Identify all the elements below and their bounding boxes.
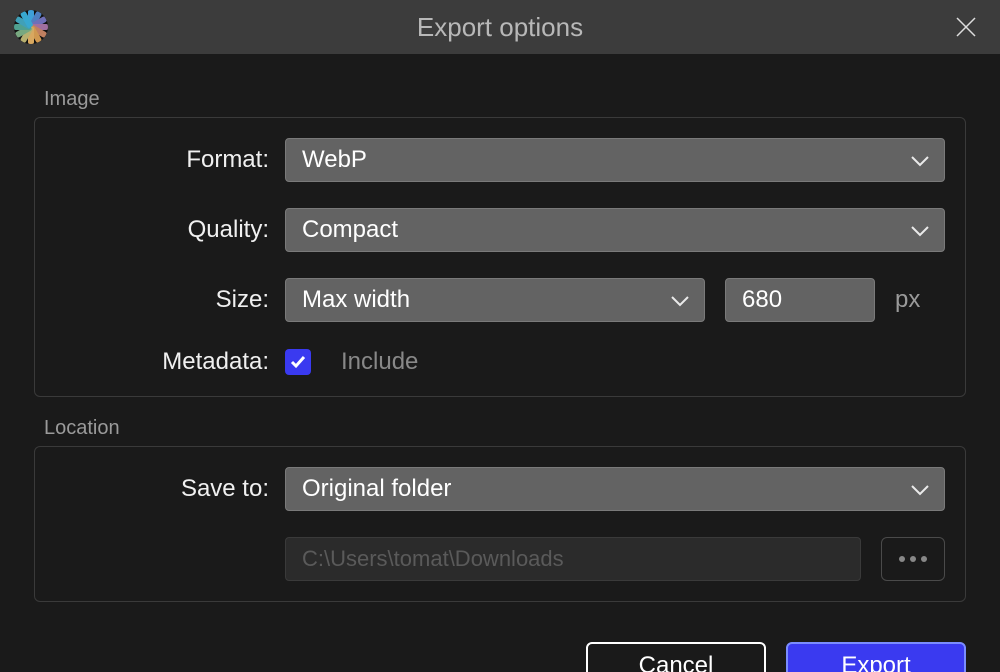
image-group: Format: WebP Quality: Compact Size: <box>34 117 966 397</box>
chevron-down-icon <box>910 475 930 503</box>
size-label: Size: <box>55 286 285 314</box>
quality-select[interactable]: Compact <box>285 208 945 252</box>
format-label: Format: <box>55 146 285 174</box>
saveto-label: Save to: <box>55 475 285 503</box>
size-unit: px <box>895 286 929 314</box>
metadata-check-label: Include <box>341 348 418 376</box>
metadata-label: Metadata: <box>55 348 285 376</box>
titlebar: Export options <box>0 0 1000 54</box>
format-select[interactable]: WebP <box>285 138 945 182</box>
size-value-input[interactable] <box>725 278 875 322</box>
chevron-down-icon <box>670 286 690 314</box>
check-icon <box>289 353 307 371</box>
location-group-label: Location <box>44 417 966 440</box>
dialog-actions: Cancel Export <box>0 622 1000 672</box>
path-display: C:\Users\tomat\Downloads <box>285 537 861 581</box>
saveto-value: Original folder <box>302 475 451 503</box>
quality-value: Compact <box>302 216 398 244</box>
chevron-down-icon <box>910 216 930 244</box>
saveto-select[interactable]: Original folder <box>285 467 945 511</box>
ellipsis-icon <box>899 556 905 562</box>
format-value: WebP <box>302 146 367 174</box>
location-group: Save to: Original folder C:\Users\tomat\… <box>34 446 966 602</box>
chevron-down-icon <box>910 146 930 174</box>
size-mode-value: Max width <box>302 286 410 314</box>
metadata-checkbox[interactable] <box>285 349 311 375</box>
browse-button[interactable] <box>881 537 945 581</box>
dialog-title: Export options <box>0 12 1000 43</box>
export-button[interactable]: Export <box>786 642 966 672</box>
quality-label: Quality: <box>55 216 285 244</box>
size-mode-select[interactable]: Max width <box>285 278 705 322</box>
image-group-label: Image <box>44 88 966 111</box>
cancel-button[interactable]: Cancel <box>586 642 766 672</box>
